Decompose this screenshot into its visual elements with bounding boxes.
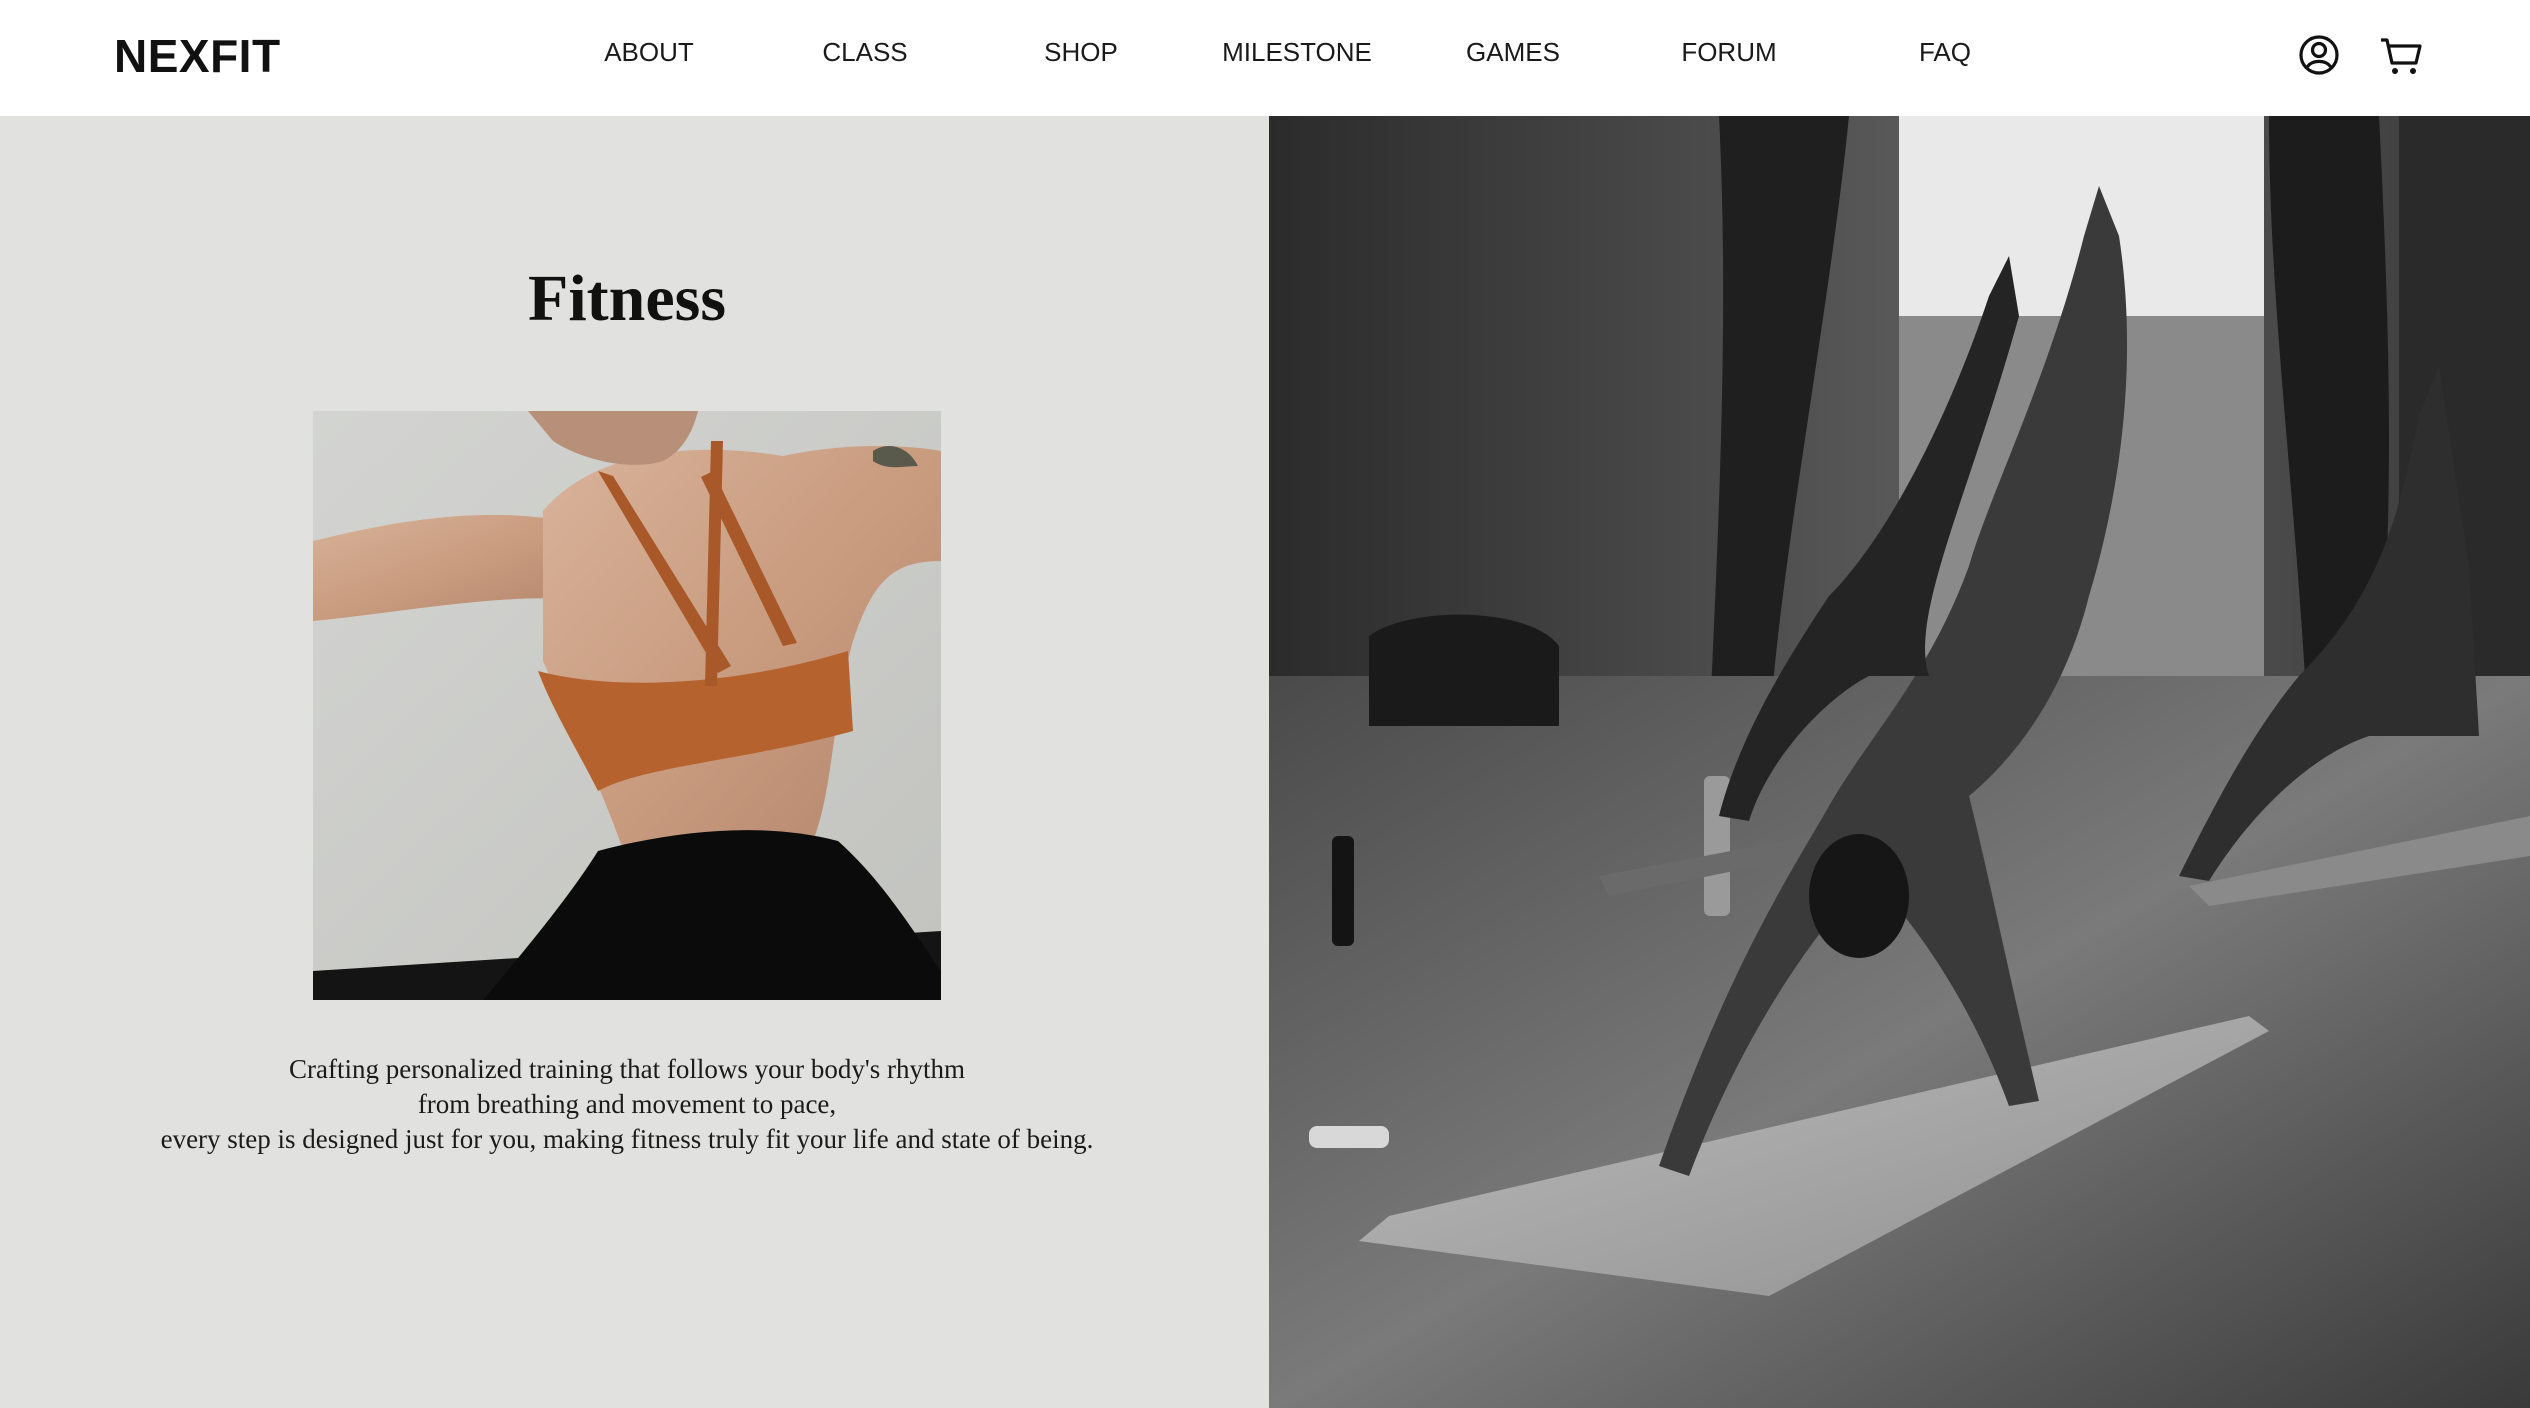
fitness-section: Fitness Crafting personalized training t… — [0, 116, 1269, 1408]
description-line: Crafting personalized training that foll… — [289, 1054, 965, 1084]
woman-back-sports-bra-photo — [313, 411, 941, 1000]
section-title: Fitness — [528, 262, 726, 335]
account-icon[interactable] — [2294, 30, 2344, 80]
cart-icon[interactable] — [2376, 30, 2426, 80]
nav-milestone[interactable]: MILESTONE — [1197, 36, 1397, 68]
description-line: every step is designed just for you, mak… — [160, 1124, 1094, 1154]
nav-about[interactable]: ABOUT — [549, 36, 749, 68]
yoga-class-downward-dog-photo — [1269, 116, 2530, 1408]
top-navigation-bar: NEXFIT ABOUT CLASS SHOP MILESTONE GAMES … — [0, 0, 2530, 116]
nav-faq[interactable]: FAQ — [1845, 36, 2045, 68]
description-line: from breathing and movement to pace, — [417, 1089, 837, 1119]
nav-games[interactable]: GAMES — [1413, 36, 1613, 68]
nav-forum[interactable]: FORUM — [1629, 36, 1829, 68]
nav-class[interactable]: CLASS — [765, 36, 965, 68]
nav-shop[interactable]: SHOP — [981, 36, 1181, 68]
fitness-description: Crafting personalized training that foll… — [0, 1052, 1254, 1157]
brand-logo[interactable]: NEXFIT — [114, 28, 281, 84]
